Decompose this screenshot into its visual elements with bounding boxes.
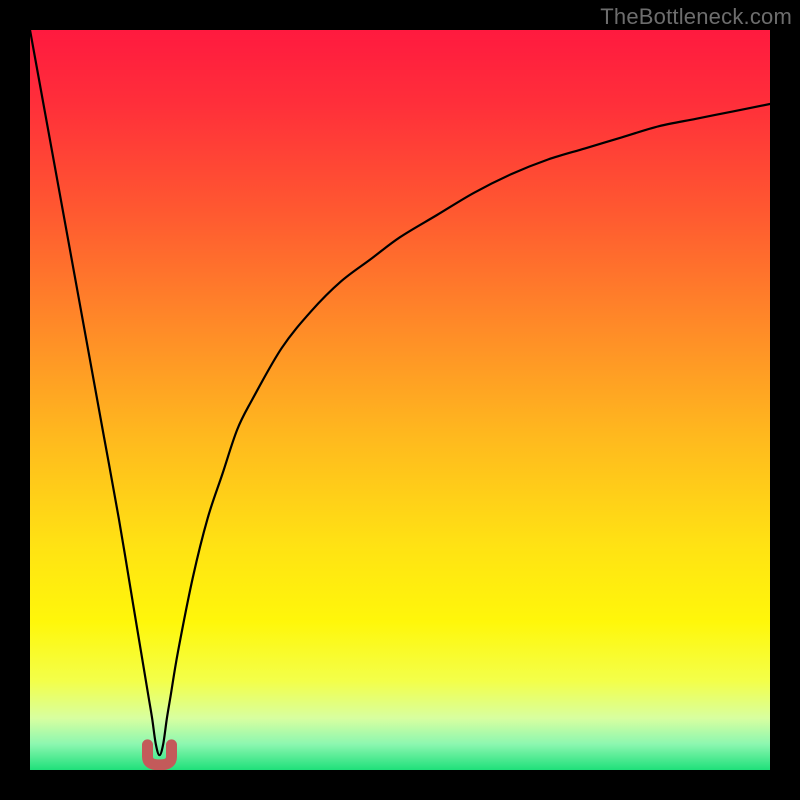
chart-frame: TheBottleneck.com bbox=[0, 0, 800, 800]
gradient-background bbox=[30, 30, 770, 770]
plot-area bbox=[30, 30, 770, 770]
watermark-text: TheBottleneck.com bbox=[600, 4, 792, 30]
chart-svg bbox=[30, 30, 770, 770]
